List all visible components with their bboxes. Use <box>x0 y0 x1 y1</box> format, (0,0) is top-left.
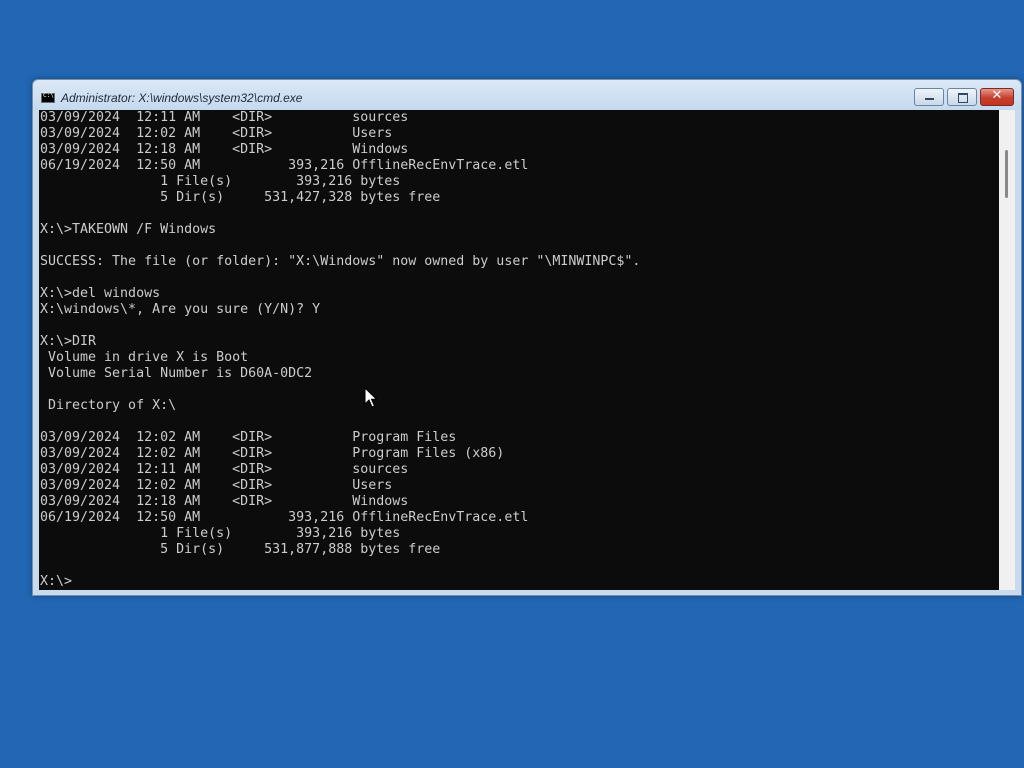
minimize-button[interactable] <box>914 88 944 106</box>
console-line: Volume in drive X is Boot <box>40 350 249 365</box>
cmd-icon: C:\ <box>41 92 55 103</box>
console-line: 03/09/2024 12:11 AM <DIR> sources <box>40 110 409 125</box>
console-line: X:\>DIR <box>40 334 97 349</box>
console-line: 03/09/2024 12:02 AM <DIR> Program Files … <box>40 446 505 461</box>
console-line: 06/19/2024 12:50 AM 393,216 OfflineRecEn… <box>40 158 529 173</box>
console-output[interactable]: 03/09/2024 12:11 AM <DIR> sources 03/09/… <box>39 110 999 590</box>
scrollbar-thumb[interactable] <box>1005 150 1008 198</box>
console-line: 03/09/2024 12:02 AM <DIR> Users <box>40 126 393 141</box>
console-line: 03/09/2024 12:18 AM <DIR> Windows <box>40 142 409 157</box>
console-line: Volume Serial Number is D60A-0DC2 <box>40 366 313 381</box>
console-line: 1 File(s) 393,216 bytes <box>40 526 401 541</box>
console-line: 03/09/2024 12:18 AM <DIR> Windows <box>40 494 409 509</box>
console-line: 1 File(s) 393,216 bytes <box>40 174 401 189</box>
console-line: 03/09/2024 12:11 AM <DIR> sources <box>40 462 409 477</box>
title-bar[interactable]: C:\ Administrator: X:\windows\system32\c… <box>33 80 1021 110</box>
mouse-pointer-icon <box>364 387 378 408</box>
console-line: 5 Dir(s) 531,877,888 bytes free <box>40 542 441 557</box>
console-line: SUCCESS: The file (or folder): "X:\Windo… <box>40 254 641 269</box>
console-line: 03/09/2024 12:02 AM <DIR> Users <box>40 478 393 493</box>
window-title: Administrator: X:\windows\system32\cmd.e… <box>61 91 303 105</box>
console-text: 03/09/2024 12:11 AM <DIR> sources 03/09/… <box>40 110 640 590</box>
console-line: 5 Dir(s) 531,427,328 bytes free <box>40 190 441 205</box>
maximize-button[interactable] <box>947 88 977 106</box>
console-line: X:\>del windows <box>40 286 161 301</box>
console-line: Directory of X:\ <box>40 398 177 413</box>
console-line: 06/19/2024 12:50 AM 393,216 OfflineRecEn… <box>40 510 529 525</box>
console-line: X:\> <box>40 574 73 589</box>
console-line: X:\windows\*, Are you sure (Y/N)? Y <box>40 302 321 317</box>
console-line: 03/09/2024 12:02 AM <DIR> Program Files <box>40 430 457 445</box>
vertical-scrollbar[interactable] <box>999 110 1015 590</box>
maximize-icon <box>958 93 968 103</box>
console-line: X:\>TAKEOWN /F Windows <box>40 222 217 237</box>
close-icon: ✕ <box>991 88 1003 103</box>
minimize-icon <box>925 98 934 100</box>
cmd-window[interactable]: C:\ Administrator: X:\windows\system32\c… <box>32 79 1022 596</box>
close-button[interactable]: ✕ <box>980 88 1014 106</box>
